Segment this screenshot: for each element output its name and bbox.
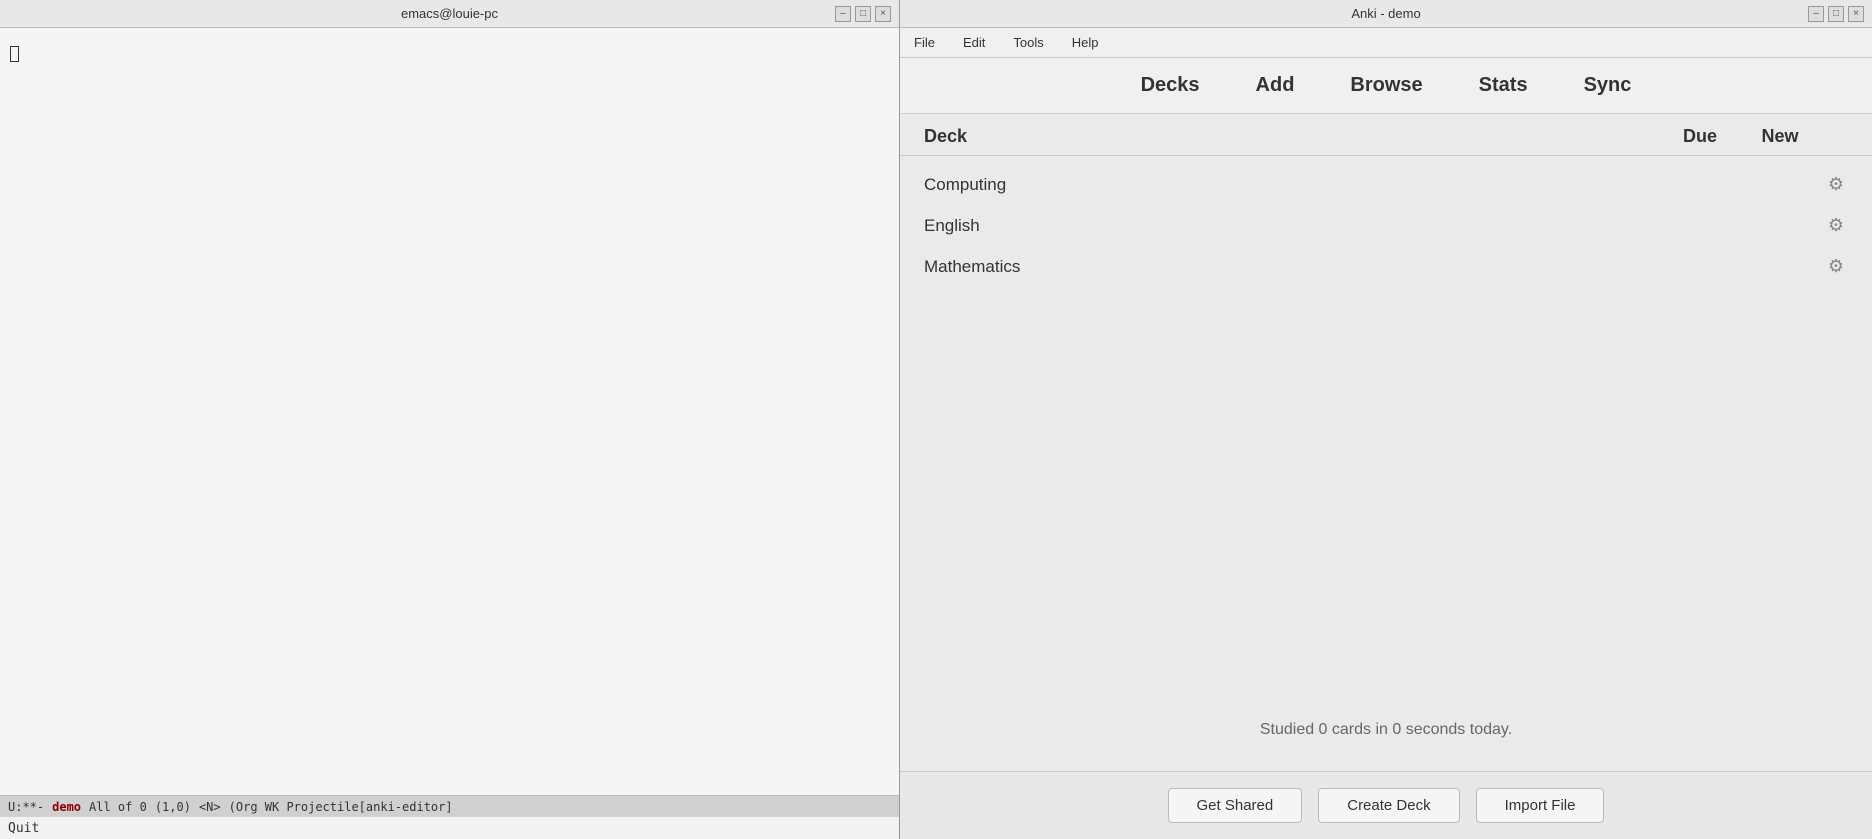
due-col-header: Due — [1660, 126, 1740, 147]
get-shared-button[interactable]: Get Shared — [1168, 788, 1303, 823]
deck-name-computing: Computing — [924, 175, 1664, 195]
menu-edit[interactable]: Edit — [957, 33, 991, 52]
emacs-position-label: All of 0 — [89, 800, 147, 814]
emacs-window-controls: – □ × — [835, 6, 891, 22]
menu-tools[interactable]: Tools — [1007, 33, 1049, 52]
create-deck-button[interactable]: Create Deck — [1318, 788, 1459, 823]
table-row[interactable]: Mathematics ⚙ — [900, 246, 1872, 287]
emacs-cursor — [10, 46, 19, 62]
anki-menubar: File Edit Tools Help — [900, 28, 1872, 58]
import-file-button[interactable]: Import File — [1476, 788, 1605, 823]
anki-footer: Get Shared Create Deck Import File — [900, 771, 1872, 839]
emacs-close-button[interactable]: × — [875, 6, 891, 22]
new-col-header: New — [1740, 126, 1820, 147]
anki-title: Anki - demo — [1351, 6, 1420, 21]
anki-window: Anki - demo – □ × File Edit Tools Help D… — [900, 0, 1872, 839]
toolbar-add[interactable]: Add — [1244, 70, 1307, 101]
table-row[interactable]: English ⚙ — [900, 205, 1872, 246]
anki-toolbar: Decks Add Browse Stats Sync — [900, 58, 1872, 114]
emacs-statusbar: U:**- demo All of 0 (1,0) <N> (Org WK Pr… — [0, 795, 899, 817]
table-row[interactable]: Computing ⚙ — [900, 164, 1872, 205]
gear-icon-computing[interactable]: ⚙ — [1824, 172, 1848, 197]
deck-list: Computing ⚙ English ⚙ Mathematics ⚙ — [900, 156, 1872, 689]
emacs-buffer-name: demo — [52, 800, 81, 814]
deck-name-english: English — [924, 216, 1664, 236]
anki-window-controls: – □ × — [1808, 6, 1864, 22]
deck-col-header: Deck — [924, 126, 1660, 147]
emacs-cursor-pos: (1,0) — [155, 800, 191, 814]
anki-main-area: Deck Due New Computing ⚙ English ⚙ Mathe… — [900, 114, 1872, 771]
menu-file[interactable]: File — [908, 33, 941, 52]
gear-icon-mathematics[interactable]: ⚙ — [1824, 254, 1848, 279]
emacs-minimize-button[interactable]: – — [835, 6, 851, 22]
deck-name-mathematics: Mathematics — [924, 257, 1664, 277]
emacs-mode-indicator: U:**- — [8, 800, 44, 814]
deck-table-header: Deck Due New — [900, 114, 1872, 156]
anki-minimize-button[interactable]: – — [1808, 6, 1824, 22]
toolbar-browse[interactable]: Browse — [1338, 70, 1434, 101]
anki-titlebar: Anki - demo – □ × — [900, 0, 1872, 28]
emacs-maximize-button[interactable]: □ — [855, 6, 871, 22]
emacs-extra: <N> — [199, 800, 221, 814]
emacs-mode-line: (Org WK Projectile[anki-editor] — [229, 800, 453, 814]
emacs-quit-label: Quit — [0, 817, 899, 839]
gear-icon-english[interactable]: ⚙ — [1824, 213, 1848, 238]
anki-maximize-button[interactable]: □ — [1828, 6, 1844, 22]
emacs-title: emacs@louie-pc — [401, 6, 498, 21]
toolbar-sync[interactable]: Sync — [1572, 70, 1644, 101]
emacs-titlebar: emacs@louie-pc – □ × — [0, 0, 899, 28]
toolbar-stats[interactable]: Stats — [1467, 70, 1540, 101]
anki-close-button[interactable]: × — [1848, 6, 1864, 22]
emacs-window: emacs@louie-pc – □ × U:**- demo All of 0… — [0, 0, 900, 839]
emacs-editor-area[interactable] — [0, 28, 899, 795]
studied-text: Studied 0 cards in 0 seconds today. — [900, 689, 1872, 771]
menu-help[interactable]: Help — [1066, 33, 1105, 52]
toolbar-decks[interactable]: Decks — [1129, 70, 1212, 101]
